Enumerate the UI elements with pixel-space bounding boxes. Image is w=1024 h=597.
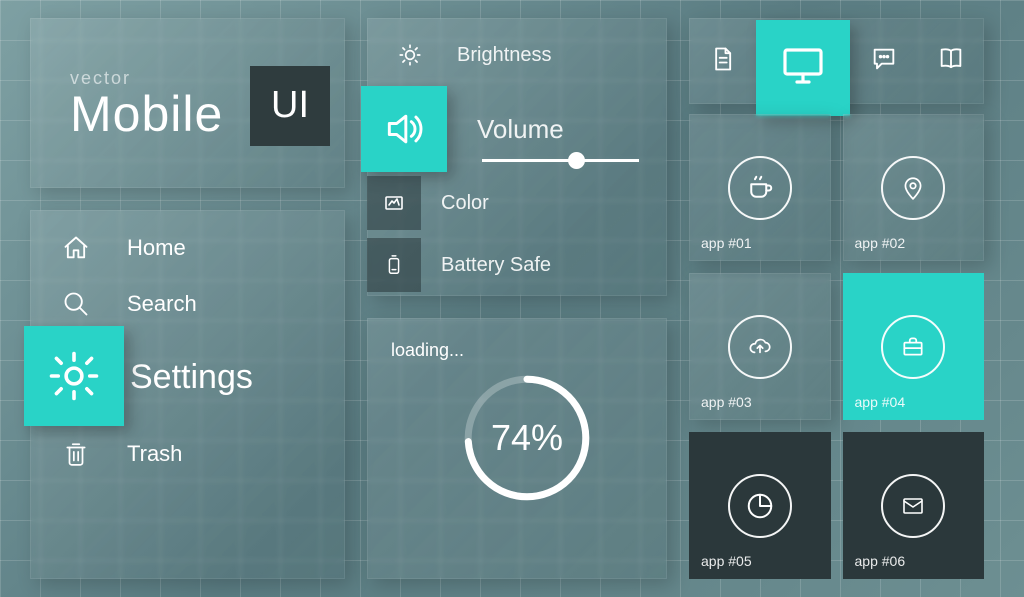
nav-item-trash[interactable]: Trash: [30, 426, 345, 482]
nav-label-home: Home: [127, 235, 186, 261]
nav-item-settings[interactable]: Settings: [30, 332, 345, 422]
gear-icon: [24, 326, 124, 426]
volume-label: Volume: [477, 114, 564, 145]
nav-item-home[interactable]: Home: [30, 220, 345, 276]
briefcase-icon: [881, 315, 945, 379]
title-panel: vector Mobile UI: [30, 18, 345, 188]
nav-label-search: Search: [127, 291, 197, 317]
app-label-05: app #05: [701, 553, 752, 569]
battery-icon: [367, 238, 421, 292]
app-tile-03[interactable]: app #03: [689, 273, 831, 420]
tab-bar: [689, 18, 984, 104]
app-tile-04[interactable]: app #04: [843, 273, 985, 420]
tab-display[interactable]: [756, 20, 850, 116]
color-icon: [367, 176, 421, 230]
app-label-02: app #02: [855, 235, 906, 251]
loading-panel: loading... 74%: [367, 318, 667, 579]
loading-label: loading...: [391, 340, 464, 361]
brightness-icon: [383, 28, 437, 82]
brightness-label: Brightness: [457, 44, 552, 67]
nav-label-settings: Settings: [130, 358, 253, 397]
monitor-icon: [779, 42, 827, 95]
piechart-icon: [728, 474, 792, 538]
document-icon: [708, 45, 736, 78]
setting-brightness[interactable]: Brightness: [367, 24, 667, 86]
color-label: Color: [441, 192, 489, 215]
location-icon: [881, 156, 945, 220]
app-grid: app #01 app #02 app #03 app #04: [689, 114, 984, 579]
title-mobile: Mobile: [70, 89, 223, 139]
nav-panel: Home Search Settings Trash: [30, 210, 345, 579]
app-label-03: app #03: [701, 394, 752, 410]
settings-panel: Brightness Volume Color: [367, 18, 667, 296]
nav-item-search[interactable]: Search: [30, 276, 345, 332]
progress-percent: 74%: [457, 368, 597, 508]
trash-icon: [60, 438, 92, 470]
app-tile-05[interactable]: app #05: [689, 432, 831, 579]
app-tile-06[interactable]: app #06: [843, 432, 985, 579]
app-label-01: app #01: [701, 235, 752, 251]
setting-battery[interactable]: Battery Safe: [367, 234, 667, 296]
chat-icon: [870, 45, 898, 78]
volume-slider-thumb[interactable]: [568, 152, 585, 169]
book-icon: [936, 45, 966, 78]
tab-book[interactable]: [917, 27, 984, 95]
search-icon: [60, 288, 92, 320]
title-ui-badge: UI: [250, 66, 330, 146]
app-tile-02[interactable]: app #02: [843, 114, 985, 261]
setting-color[interactable]: Color: [367, 172, 667, 234]
coffee-icon: [728, 156, 792, 220]
app-tile-01[interactable]: app #01: [689, 114, 831, 261]
volume-icon: [361, 86, 447, 172]
cloud-upload-icon: [728, 315, 792, 379]
app-label-04: app #04: [855, 394, 906, 410]
nav-label-trash: Trash: [127, 441, 182, 467]
battery-label: Battery Safe: [441, 254, 551, 277]
tab-document[interactable]: [689, 27, 756, 95]
tab-chat[interactable]: [850, 27, 917, 95]
mail-icon: [881, 474, 945, 538]
home-icon: [60, 232, 92, 264]
volume-slider[interactable]: [482, 159, 639, 162]
setting-volume[interactable]: Volume: [367, 86, 667, 172]
app-label-06: app #06: [855, 553, 906, 569]
